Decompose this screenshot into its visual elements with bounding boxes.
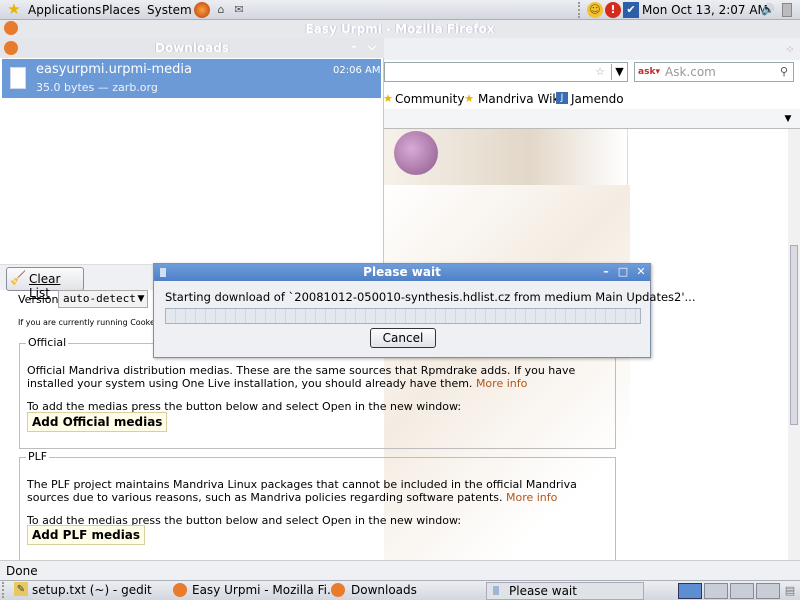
- volume-icon[interactable]: 🔊: [760, 2, 776, 18]
- shield-icon[interactable]: ✔: [623, 2, 639, 18]
- dialog-task-icon: [493, 586, 499, 595]
- firefox-task-icon: [173, 583, 187, 597]
- maximize-icon[interactable]: ⌵: [366, 39, 378, 55]
- tab-list-icon[interactable]: ▼: [782, 111, 794, 127]
- ask-engine-icon[interactable]: ask▾: [637, 64, 661, 80]
- task-gedit[interactable]: setup.txt (~) - gedit: [32, 582, 152, 599]
- progress-bar: [165, 308, 641, 324]
- workspace-1[interactable]: [678, 583, 702, 599]
- search-box[interactable]: ask▾ Ask.com ⚲: [634, 62, 794, 82]
- system-menu[interactable]: System: [147, 2, 192, 18]
- tab-bar: ▼: [384, 109, 800, 129]
- official-more-info-link[interactable]: More info: [476, 377, 527, 390]
- minimize-icon[interactable]: –: [600, 264, 612, 280]
- dialog-message: Starting download of `20081012-050010-sy…: [165, 290, 696, 304]
- add-official-medias-button[interactable]: Add Official medias: [27, 412, 168, 432]
- dialog-titlebar[interactable]: Please wait – □ ✕: [154, 264, 650, 281]
- download-detail: 35.0 bytes — zarb.org: [36, 81, 158, 94]
- bookmark-star-icon: ★: [464, 92, 474, 105]
- search-placeholder: Ask.com: [665, 65, 716, 79]
- trash-icon[interactable]: [782, 3, 792, 17]
- dialog-window-icon: [160, 268, 166, 277]
- downloads-task-icon: [331, 583, 345, 597]
- throbber-icon: ⁘: [785, 43, 795, 56]
- bookmark-community[interactable]: Community: [395, 90, 464, 108]
- star-bookmark-icon[interactable]: ☆: [593, 64, 607, 80]
- add-plf-medias-button[interactable]: Add PLF medias: [27, 525, 146, 545]
- plf-legend: PLF: [26, 450, 50, 463]
- broom-icon: 🧹: [10, 271, 27, 286]
- maximize-icon[interactable]: □: [617, 264, 629, 280]
- minimize-icon[interactable]: –: [348, 39, 360, 55]
- status-bar: Done: [0, 560, 800, 580]
- panel-separator: [578, 2, 584, 18]
- chevron-down-icon[interactable]: ▼: [135, 291, 147, 307]
- banner-image: [384, 129, 628, 185]
- show-desktop-icon[interactable]: ▤: [784, 583, 796, 599]
- mandriva-star-icon: ★: [7, 0, 21, 18]
- task-please-wait-box[interactable]: Please wait: [486, 582, 644, 600]
- bottom-panel: ✎ setup.txt (~) - gedit Easy Urpmi - Moz…: [0, 580, 800, 600]
- gedit-icon: ✎: [14, 582, 28, 596]
- workspace-2[interactable]: [704, 583, 728, 599]
- workspace-4[interactable]: [756, 583, 780, 599]
- downloads-window-icon: [4, 41, 18, 55]
- cancel-label: Cancel: [382, 331, 424, 345]
- url-dropdown-icon[interactable]: ▼: [611, 64, 627, 80]
- downloads-title: Downloads: [154, 41, 230, 55]
- task-downloads[interactable]: Downloads: [351, 582, 417, 599]
- url-bar[interactable]: ☆ ▼: [384, 62, 628, 82]
- jamendo-icon: J: [556, 92, 568, 104]
- search-icon[interactable]: ⚲: [777, 64, 791, 80]
- alert-icon[interactable]: !: [605, 2, 621, 18]
- official-group: Official Official Mandriva distribution …: [19, 336, 616, 449]
- download-item[interactable]: easyurpmi.urpmi-media 35.0 bytes — zarb.…: [2, 59, 381, 98]
- clear-list-button[interactable]: 🧹 Clear List: [6, 267, 84, 300]
- firefox-launcher-icon[interactable]: [194, 2, 210, 18]
- plf-group: PLF The PLF project maintains Mandriva L…: [19, 450, 616, 563]
- scrollbar-track[interactable]: [788, 129, 800, 560]
- official-text: Official Mandriva distribution medias. T…: [27, 364, 576, 390]
- task-please-wait: Please wait: [509, 584, 577, 598]
- cancel-button[interactable]: Cancel: [370, 328, 436, 348]
- official-legend: Official: [26, 336, 69, 349]
- mail-icon[interactable]: ✉: [231, 2, 247, 18]
- panel-handle: [2, 582, 8, 598]
- close-icon[interactable]: ✕: [635, 264, 647, 280]
- network-icon[interactable]: ⌂: [213, 2, 229, 18]
- download-time: 02:06 AM: [333, 65, 381, 76]
- update-applet-icon[interactable]: ☺: [587, 2, 603, 18]
- downloads-titlebar[interactable]: Downloads – ⌵: [0, 38, 384, 58]
- file-icon: [10, 67, 26, 89]
- mascot-image: [394, 131, 438, 175]
- workspace-3[interactable]: [730, 583, 754, 599]
- applications-menu[interactable]: Applications: [28, 2, 101, 18]
- dialog-title: Please wait: [363, 265, 441, 279]
- firefox-window-titlebar[interactable]: Easy Urpmi - Mozilla Firefox: [0, 20, 800, 38]
- plf-more-info-link[interactable]: More info: [506, 491, 557, 504]
- download-name: easyurpmi.urpmi-media: [36, 62, 192, 77]
- status-text: Done: [6, 564, 38, 578]
- firefox-window-title: Easy Urpmi - Mozilla Firefox: [305, 22, 495, 36]
- version-value: auto-detect: [63, 292, 136, 305]
- version-select[interactable]: auto-detect ▼: [58, 290, 148, 308]
- scrollbar-thumb[interactable]: [790, 245, 798, 425]
- places-menu[interactable]: Places: [102, 2, 140, 18]
- plf-text: The PLF project maintains Mandriva Linux…: [27, 478, 577, 504]
- bookmark-jamendo[interactable]: Jamendo: [571, 90, 624, 108]
- top-panel: ★ Applications Places System ⌂ ✉ ☺ ! ✔ M…: [0, 0, 800, 20]
- please-wait-dialog: Please wait – □ ✕ Starting download of `…: [153, 263, 696, 358]
- task-firefox[interactable]: Easy Urpmi - Mozilla Fi...: [192, 582, 338, 599]
- bookmark-mandriva-wiki[interactable]: Mandriva Wiki: [478, 90, 563, 108]
- firefox-window-icon[interactable]: [4, 21, 18, 35]
- cooker-note: If you are currently running Cooker,: [18, 318, 161, 327]
- version-label: Version:: [18, 293, 63, 306]
- downloads-window: Downloads – ⌵ easyurpmi.urpmi-media 35.0…: [0, 38, 384, 300]
- clock[interactable]: Mon Oct 13, 2:07 AM: [642, 2, 768, 18]
